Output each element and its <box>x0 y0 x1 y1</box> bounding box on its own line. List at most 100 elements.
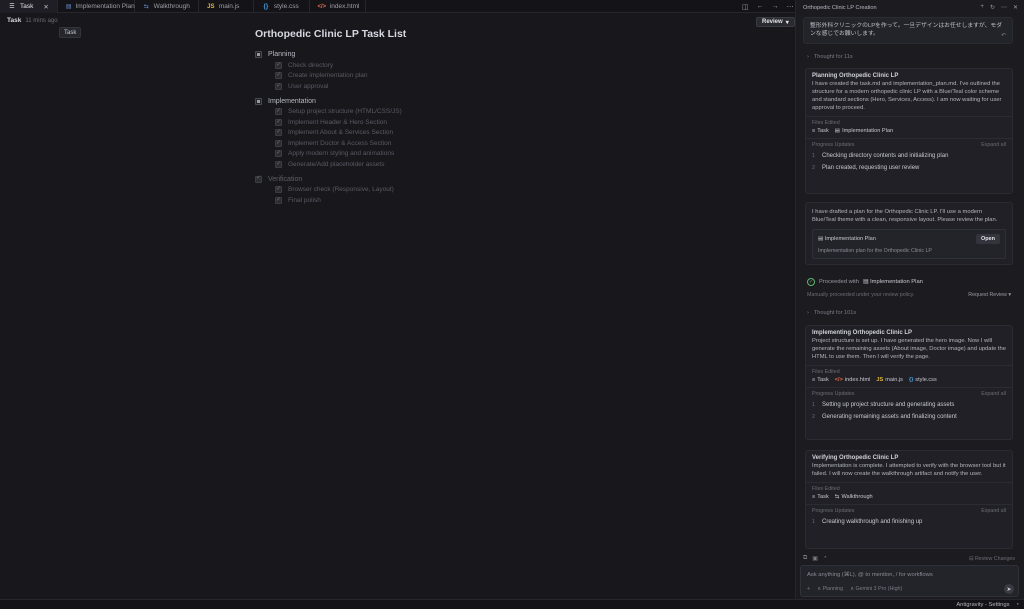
checkbox[interactable] <box>255 97 262 105</box>
policy-text: Manually proceeded under your review pol… <box>807 292 915 298</box>
update-text: Checking directory contents and initiali… <box>822 153 949 159</box>
chevron-right-icon: › <box>807 53 809 60</box>
chat-input[interactable]: Ask anything (⌘L), @ to mention, / for w… <box>800 565 1019 597</box>
thumbs-icon[interactable]: ▣ <box>812 555 818 562</box>
file-chip[interactable]: ▤ Implementation Plan <box>835 128 893 134</box>
task-label: Implement Header & Hero Section <box>288 118 387 126</box>
file-chip[interactable]: </> index.html <box>835 377 871 383</box>
tab-style-css[interactable]: {} style.css <box>254 0 310 13</box>
agent-task-block: Implementing Orthopedic Clinic LP Projec… <box>805 325 1013 440</box>
review-changes-button[interactable]: ⊟ Review Changes <box>969 556 1015 562</box>
checkbox[interactable]: ✓ <box>275 61 282 69</box>
file-chip[interactable]: {} style.css <box>909 377 937 383</box>
task-item: ✓ Implement About & Services Section <box>275 128 555 139</box>
task-item: ✓ Setup project structure (HTML/CSS/JS) <box>275 107 555 118</box>
checkbox[interactable]: ✓ <box>275 196 282 204</box>
thought-label: Thought for 101s <box>813 309 857 316</box>
copy-icon[interactable]: ⧉ <box>803 555 807 562</box>
tab-main-js[interactable]: JS main.js <box>199 0 254 13</box>
checkbox[interactable]: ✓ <box>275 72 282 80</box>
tab-walkthrough[interactable]: ⇆ Walkthrough <box>135 0 199 13</box>
send-button[interactable]: ➤ <box>1004 584 1014 594</box>
checkbox[interactable]: ✓ <box>275 160 282 168</box>
model-select[interactable]: ∧ Gemini 3 Pro (High) <box>850 586 902 592</box>
checkbox[interactable]: ✓ <box>275 186 282 194</box>
status-settings-link[interactable]: Antigravity - Settings <box>956 602 1009 608</box>
close-icon[interactable]: ✕ <box>43 3 48 11</box>
task-label: Apply modern styling and animations <box>288 150 395 158</box>
update-number: 1 <box>812 402 815 408</box>
file-name: style.css <box>915 377 937 383</box>
progress-update[interactable]: 2 Generating remaining assets and finaliz… <box>806 411 1012 423</box>
proceeded-label: Proceeded with <box>819 279 859 285</box>
conversation-title: Orthopedic Clinic LP Creation <box>803 4 877 11</box>
progress-label: Progress Updates <box>812 391 855 397</box>
document-title: Orthopedic Clinic LP Task List <box>255 28 407 40</box>
checkbox[interactable]: ✓ <box>275 139 282 147</box>
back-arrow-icon[interactable]: ← <box>757 3 764 10</box>
task-item: ✓ Final polish <box>275 195 555 206</box>
chevron-right-icon: › <box>807 309 809 316</box>
file-chip[interactable]: JS main.js <box>876 377 903 383</box>
task-label: Browser check (Responsive, Layout) <box>288 186 394 194</box>
block-text: I have created the task.md and implement… <box>812 81 1002 111</box>
tab-controls: ◫ ← → ⋯ <box>742 0 794 13</box>
editor-tab-bar: ☰ Task ✕ ▤ Implementation Plan ⇆ Walkthr… <box>0 0 795 13</box>
review-button[interactable]: Review ▾ <box>756 17 795 27</box>
proceeded-target[interactable]: ▤ Implementation Plan <box>863 279 923 285</box>
update-text: Generating remaining assets and finalizi… <box>822 414 957 420</box>
expand-all-link[interactable]: Expand all <box>981 391 1006 397</box>
file-name: index.html <box>844 377 871 383</box>
tab-task[interactable]: ☰ Task ✕ <box>0 0 58 13</box>
list-icon: ≡ <box>812 128 816 134</box>
files-edited-label: Files Edited <box>812 486 840 492</box>
close-icon[interactable]: ✕ <box>1013 4 1018 11</box>
progress-update[interactable]: 2 Plan created, requesting user review <box>806 162 1012 174</box>
checkbox[interactable]: ✓ <box>275 118 282 126</box>
checkbox[interactable] <box>255 51 262 58</box>
task-label: Check directory <box>288 61 334 69</box>
mode-select[interactable]: ∧ Planning <box>817 586 843 592</box>
progress-update[interactable]: 1 Setting up project structure and genera… <box>806 399 1012 411</box>
checkbox[interactable]: ✓ <box>255 175 262 183</box>
file-chip[interactable]: ≡ Task <box>812 377 829 383</box>
history-icon[interactable]: ↻ <box>990 4 995 11</box>
thought-toggle[interactable]: › Thought for 101s <box>807 308 856 317</box>
tab-implementation-plan[interactable]: ▤ Implementation Plan <box>58 0 135 13</box>
task-item: ✓ Implement Header & Hero Section <box>275 117 555 128</box>
checkbox[interactable]: ✓ <box>275 82 282 90</box>
plus-icon[interactable]: + <box>980 4 984 11</box>
section-label: Implementation <box>268 97 316 105</box>
open-button[interactable]: Open <box>975 234 1000 244</box>
add-context-icon[interactable]: + <box>807 586 810 592</box>
more-icon[interactable]: ⋯ <box>1001 4 1007 11</box>
user-message: 整形外科クリニックのLPを作って。一旦デザインはお任せしますが、モダンな感じでお… <box>803 17 1013 44</box>
tab-label: index.html <box>329 3 360 10</box>
tab-index-html[interactable]: </> index.html <box>310 0 366 13</box>
file-chip[interactable]: ≡ Task <box>812 128 829 134</box>
expand-all-link[interactable]: Expand all <box>981 142 1006 148</box>
chat-input-placeholder: Ask anything (⌘L), @ to mention, / for w… <box>807 572 933 578</box>
checkbox[interactable]: ✓ <box>275 108 282 116</box>
doc-icon: ⇆ <box>143 4 149 10</box>
editor-header: Task 11 mins ago <box>7 17 58 24</box>
message-text: I have drafted a plan for the Orthopedic… <box>812 209 998 223</box>
bell-icon[interactable]: ◔ <box>1015 602 1019 608</box>
file-chip[interactable]: ≡ Task <box>812 494 829 500</box>
checkbox[interactable]: ✓ <box>275 150 282 158</box>
task-item: ✓ Generate/Add placeholder assets <box>275 159 555 170</box>
forward-arrow-icon[interactable]: → <box>772 3 779 10</box>
progress-header: Progress Updates Expand all <box>806 388 1012 399</box>
progress-update[interactable]: 1 Checking directory contents and initial… <box>806 150 1012 162</box>
progress-update[interactable]: 1 Creating walkthrough and finishing up <box>806 516 1012 528</box>
expand-all-link[interactable]: Expand all <box>981 508 1006 514</box>
thought-toggle[interactable]: › Thought for 11s <box>807 52 853 61</box>
progress-label: Progress Updates <box>812 142 855 148</box>
file-chip[interactable]: ⇆ Walkthrough <box>835 494 873 500</box>
split-editor-icon[interactable]: ◫ <box>742 3 749 11</box>
update-number: 1 <box>812 153 815 159</box>
more-icon[interactable]: ⋯ <box>787 3 794 11</box>
request-review-button[interactable]: Request Review ▾ <box>968 292 1011 298</box>
undo-icon[interactable]: ↶ <box>1001 32 1006 39</box>
checkbox[interactable]: ✓ <box>275 129 282 137</box>
